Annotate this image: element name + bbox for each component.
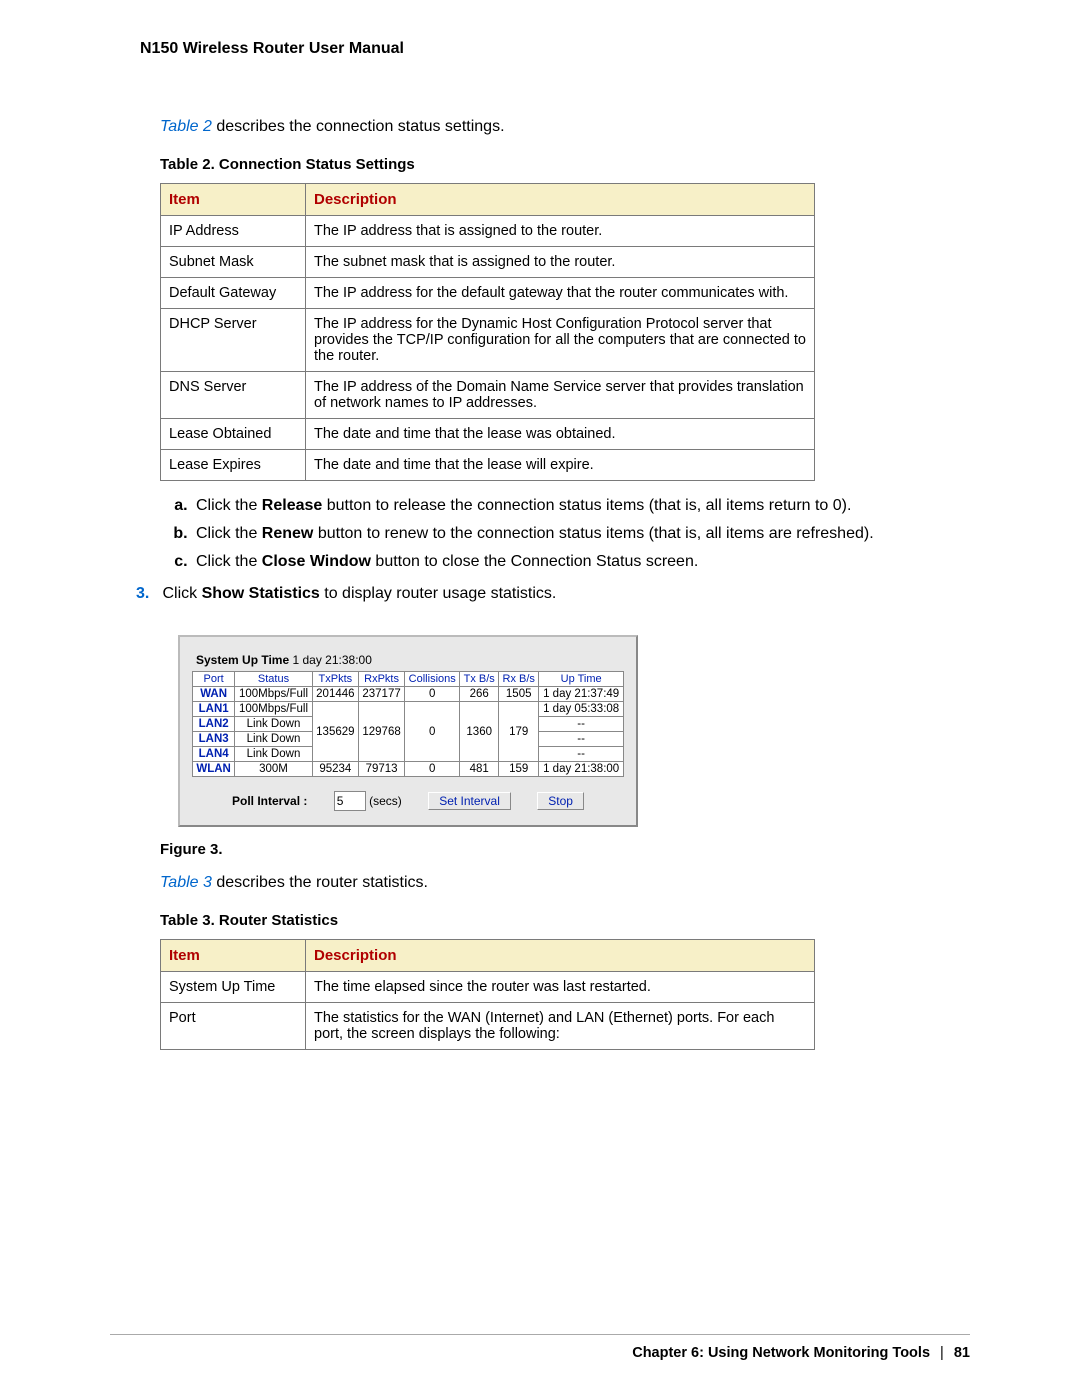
- intro-table2: Table 2 describes the connection status …: [160, 118, 970, 136]
- table-cell: DHCP Server: [161, 309, 306, 372]
- table3-h-item: Item: [161, 940, 306, 972]
- table-cell: The IP address for the Dynamic Host Conf…: [306, 309, 815, 372]
- substeps-list: Click the Release button to release the …: [160, 495, 970, 573]
- stats-h-status: Status: [235, 672, 312, 687]
- stats-cell: 135629: [312, 702, 358, 762]
- table-cell: The statistics for the WAN (Internet) an…: [306, 1003, 815, 1050]
- stats-cell: WLAN: [193, 762, 235, 777]
- step-a: Click the Release button to release the …: [192, 495, 970, 517]
- stats-cell: 201446: [312, 687, 358, 702]
- stats-cell: Link Down: [235, 717, 312, 732]
- footer-sep: |: [940, 1345, 944, 1361]
- step-3: 3. Click Show Statistics to display rout…: [136, 583, 970, 605]
- intro-table3: Table 3 describes the router statistics.: [160, 874, 970, 892]
- table-cell: The IP address that is assigned to the r…: [306, 216, 815, 247]
- stats-cell: LAN4: [193, 747, 235, 762]
- figure3-caption: Figure 3.: [160, 841, 970, 858]
- ref-table2: Table 2: [160, 118, 212, 135]
- table-cell: The subnet mask that is assigned to the …: [306, 247, 815, 278]
- table3-h-desc: Description: [306, 940, 815, 972]
- poll-interval-input[interactable]: [334, 791, 366, 811]
- table-cell: The IP address for the default gateway t…: [306, 278, 815, 309]
- table-cell: IP Address: [161, 216, 306, 247]
- table2: Item Description IP AddressThe IP addres…: [160, 183, 815, 481]
- step-b: Click the Renew button to renew to the c…: [192, 523, 970, 545]
- stats-cell: LAN1: [193, 702, 235, 717]
- table3-title: Table 3. Router Statistics: [160, 912, 970, 929]
- table-cell: Default Gateway: [161, 278, 306, 309]
- stats-cell: Link Down: [235, 747, 312, 762]
- stats-h-txbs: Tx B/s: [460, 672, 499, 687]
- page-footer: Chapter 6: Using Network Monitoring Tool…: [110, 1334, 970, 1361]
- stats-cell: 129768: [358, 702, 404, 762]
- stats-cell: 95234: [312, 762, 358, 777]
- table2-h-desc: Description: [306, 184, 815, 216]
- stats-h-up: Up Time: [539, 672, 624, 687]
- table-cell: The date and time that the lease was obt…: [306, 419, 815, 450]
- stats-cell: LAN2: [193, 717, 235, 732]
- table-cell: Lease Obtained: [161, 419, 306, 450]
- table-cell: The date and time that the lease will ex…: [306, 450, 815, 481]
- statistics-panel: System Up Time 1 day 21:38:00 Port Statu…: [178, 635, 638, 827]
- stop-button[interactable]: Stop: [537, 792, 584, 810]
- stats-h-col: Collisions: [405, 672, 460, 687]
- stats-cell: 0: [405, 702, 460, 762]
- table-cell: DNS Server: [161, 372, 306, 419]
- step-3-number: 3.: [136, 583, 158, 605]
- step-c: Click the Close Window button to close t…: [192, 551, 970, 573]
- stats-cell: 100Mbps/Full: [235, 702, 312, 717]
- stats-cell: 1 day 05:33:08: [539, 702, 624, 717]
- set-interval-button[interactable]: Set Interval: [428, 792, 511, 810]
- stats-cell: 100Mbps/Full: [235, 687, 312, 702]
- table3: Item Description System Up TimeThe time …: [160, 939, 815, 1050]
- stats-cell: 1360: [460, 702, 499, 762]
- stats-cell: --: [539, 732, 624, 747]
- stats-cell: Link Down: [235, 732, 312, 747]
- stats-cell: 237177: [358, 687, 404, 702]
- stats-cell: --: [539, 747, 624, 762]
- table2-h-item: Item: [161, 184, 306, 216]
- stats-cell: 1505: [499, 687, 539, 702]
- stats-cell: 266: [460, 687, 499, 702]
- stats-cell: 1 day 21:38:00: [539, 762, 624, 777]
- stats-cell: 79713: [358, 762, 404, 777]
- poll-interval-unit: (secs): [369, 794, 402, 808]
- stats-cell: 0: [405, 687, 460, 702]
- stats-cell: 481: [460, 762, 499, 777]
- stats-cell: WAN: [193, 687, 235, 702]
- table-cell: Lease Expires: [161, 450, 306, 481]
- table-cell: Subnet Mask: [161, 247, 306, 278]
- document-title: N150 Wireless Router User Manual: [110, 40, 970, 58]
- stats-cell: LAN3: [193, 732, 235, 747]
- stats-cell: 179: [499, 702, 539, 762]
- stats-cell: 300M: [235, 762, 312, 777]
- table2-title: Table 2. Connection Status Settings: [160, 156, 970, 173]
- stats-h-port: Port: [193, 672, 235, 687]
- stats-h-rxbs: Rx B/s: [499, 672, 539, 687]
- table-cell: The IP address of the Domain Name Servic…: [306, 372, 815, 419]
- footer-chapter: Chapter 6: Using Network Monitoring Tool…: [632, 1345, 930, 1361]
- stats-cell: 159: [499, 762, 539, 777]
- table-cell: System Up Time: [161, 972, 306, 1003]
- stats-h-tx: TxPkts: [312, 672, 358, 687]
- statistics-table: Port Status TxPkts RxPkts Collisions Tx …: [192, 671, 624, 777]
- system-uptime: System Up Time 1 day 21:38:00: [196, 653, 620, 667]
- ref-table3: Table 3: [160, 874, 212, 891]
- footer-page-number: 81: [954, 1345, 970, 1361]
- stats-h-rx: RxPkts: [358, 672, 404, 687]
- table-cell: Port: [161, 1003, 306, 1050]
- poll-interval-label: Poll Interval :: [232, 794, 307, 808]
- table-cell: The time elapsed since the router was la…: [306, 972, 815, 1003]
- stats-cell: 0: [405, 762, 460, 777]
- stats-cell: 1 day 21:37:49: [539, 687, 624, 702]
- stats-cell: --: [539, 717, 624, 732]
